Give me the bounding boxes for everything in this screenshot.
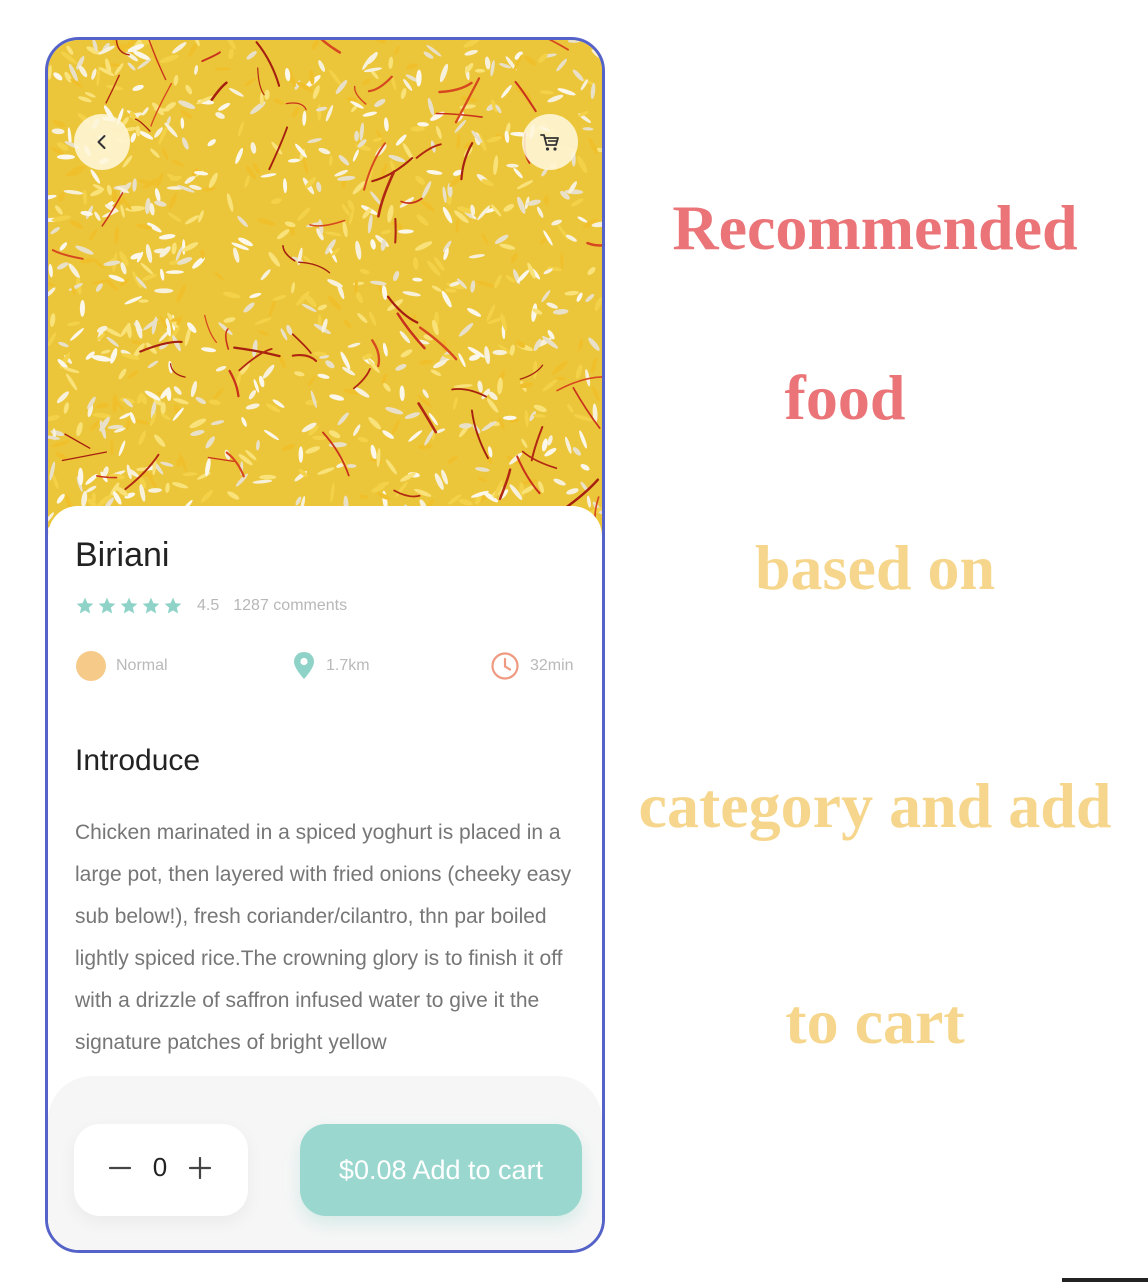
star-icon (98, 597, 116, 614)
caption-line-3: based on (754, 532, 996, 603)
introduce-heading: Introduce (75, 744, 201, 777)
star-rating (75, 596, 183, 616)
dish-title: Biriani (75, 536, 170, 574)
cart-button[interactable] (522, 114, 578, 170)
back-button[interactable] (74, 114, 130, 170)
rating-value: 4.5 (197, 597, 220, 614)
minus-icon[interactable] (108, 1156, 132, 1180)
time-label: 32min (530, 657, 574, 674)
star-icon (142, 597, 160, 614)
home-indicator (256, 1252, 396, 1253)
food-hero-image (48, 40, 602, 540)
comments-count[interactable]: 1287 comments (233, 597, 347, 615)
phone-screen: Biriani 4.5 1287 comments Normal 1.7km 3… (45, 37, 605, 1253)
caption-line-5: to cart (785, 986, 965, 1057)
caption-line-2: food (784, 362, 906, 433)
distance-info: 1.7km (292, 650, 370, 682)
cart-icon (540, 134, 559, 151)
location-pin-icon (294, 652, 314, 679)
dish-description: Chicken marinated in a spiced yoghurt is… (75, 821, 572, 1054)
caption-line-4: category and add (638, 770, 1112, 841)
rating-row: 4.5 1287 comments (75, 594, 347, 618)
plus-icon[interactable] (188, 1156, 212, 1180)
time-info: 32min (490, 650, 574, 682)
add-to-cart-button[interactable]: $0.08 Add to cart (300, 1124, 582, 1216)
star-icon (120, 597, 138, 614)
clock-icon (491, 652, 519, 680)
distance-label: 1.7km (326, 657, 370, 674)
spice-level-info: Normal (76, 650, 168, 682)
quantity-value: 0 (152, 1152, 168, 1182)
caption-line-1: Recommended (672, 192, 1078, 263)
spice-level-dot (76, 651, 106, 681)
star-icon (76, 597, 94, 614)
quantity-stepper: 0 (74, 1124, 248, 1216)
star-icon (164, 597, 182, 614)
biryani-photo (48, 40, 602, 540)
cart-bar: 0 $0.08 Add to cart (48, 1076, 602, 1250)
spice-level-label: Normal (116, 657, 168, 674)
chevron-left-icon (97, 135, 106, 149)
corner-divider (1062, 1278, 1148, 1282)
